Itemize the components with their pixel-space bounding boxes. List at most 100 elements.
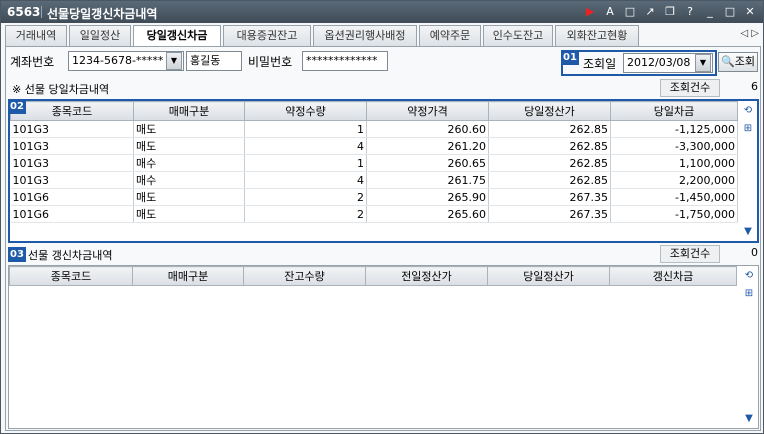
column-header[interactable]: 갱신차금 (609, 266, 737, 286)
table-cell: 매수 (133, 171, 245, 189)
table-cell: 260.60 (366, 120, 489, 138)
window-title: 선물당일갱신차금내역 (47, 7, 158, 21)
table-cell: 267.35 (488, 188, 611, 206)
account-dropdown-icon[interactable]: ▼ (166, 52, 182, 70)
maximize-icon[interactable]: □ (721, 4, 739, 20)
expand-icon[interactable]: ⊞ (742, 287, 756, 301)
record-icon[interactable]: ▶ (581, 4, 599, 20)
table-cell: -1,125,000 (610, 120, 738, 138)
popout-icon[interactable]: ↗ (641, 4, 659, 20)
scroll-down-icon[interactable]: ▼ (741, 225, 755, 239)
table-cell: 2,200,000 (610, 171, 738, 189)
table-row[interactable]: 101G3 매수 1 260.65 262.85 1,100,000 (10, 154, 738, 172)
tab-content: 계좌번호 1234-5678-***** ▼ 홍길동 비밀번호 ********… (5, 46, 761, 431)
table-cell: 2 (244, 188, 367, 206)
font-icon[interactable]: A (601, 4, 619, 20)
section2-table: 종목코드 매매구분 잔고수량 전일정산가 당일정산가 갱신차금 (9, 266, 737, 286)
table-row[interactable]: 101G3 매수 4 261.75 262.85 2,200,000 (10, 171, 738, 189)
window-icon[interactable]: □ (621, 4, 639, 20)
table-cell: 매도 (133, 137, 245, 155)
badge-02: 02 (8, 99, 26, 114)
table-row[interactable]: 101G3 매도 1 260.60 262.85 -1,125,000 (10, 120, 738, 138)
password-field[interactable]: ************* (302, 51, 388, 71)
date-dropdown-icon[interactable]: ▼ (695, 54, 711, 72)
table-cell: 101G3 (10, 137, 134, 155)
column-header[interactable]: 약정가격 (366, 101, 489, 121)
table-row[interactable]: 101G6 매도 2 265.90 267.35 -1,450,000 (10, 188, 738, 206)
column-header[interactable]: 당일정산가 (487, 266, 610, 286)
column-header[interactable]: 전일정산가 (365, 266, 488, 286)
section1-grid: 02 종목코드 매매구분 약정수량 약정가격 당일정산가 당일차금 101G3 매도 1 260… (8, 99, 759, 243)
table-cell: 262.85 (488, 154, 611, 172)
table-row[interactable]: 101G6 매도 2 265.60 267.35 -1,750,000 (10, 205, 738, 223)
tab-1[interactable]: 일일정산 (69, 25, 131, 46)
table-cell: 262.85 (488, 120, 611, 138)
table-cell: 265.90 (366, 188, 489, 206)
column-header[interactable]: 종목코드 (10, 101, 134, 121)
search-button-label: 조회 (734, 55, 755, 68)
close-icon[interactable]: ✕ (741, 4, 759, 20)
table-cell: 2 (244, 205, 367, 223)
tab-bar: ◁ ▷ 거래내역 일일정산 당일갱신차금 대용증권잔고 옵션권리행사배정 예약주문 인수도잔… (5, 25, 759, 47)
table-row[interactable]: 101G3 매도 4 261.20 262.85 -3,300,000 (10, 137, 738, 155)
tab-3[interactable]: 대용증권잔고 (223, 25, 311, 46)
table-cell: 262.85 (488, 137, 611, 155)
table-cell: 261.75 (366, 171, 489, 189)
restore-icon[interactable]: ❐ (661, 4, 679, 20)
table-cell: 1 (244, 120, 367, 138)
table-cell: 101G3 (10, 120, 134, 138)
table-cell: 260.65 (366, 154, 489, 172)
tab-6[interactable]: 인수도잔고 (483, 25, 553, 46)
tab-4[interactable]: 옵션권리행사배정 (313, 25, 417, 46)
section2-count-label: 조회건수 (660, 245, 720, 263)
table-cell: 101G6 (10, 188, 134, 206)
scroll-down-icon[interactable]: ▼ (742, 412, 756, 426)
tab-7[interactable]: 외화잔고현황 (555, 25, 639, 46)
search-button[interactable]: 🔍조회 (718, 52, 758, 72)
tab-5[interactable]: 예약주문 (419, 25, 481, 46)
table-cell: 1,100,000 (610, 154, 738, 172)
title-bar: 6563 선물당일갱신차금내역 ▶ A □ ↗ ❐? _ □ ✕ (1, 1, 763, 23)
table-cell: -1,750,000 (610, 205, 738, 223)
column-header[interactable]: 당일차금 (610, 101, 738, 121)
table-cell: 265.60 (366, 205, 489, 223)
table-cell: 4 (244, 137, 367, 155)
table-cell: 매도 (133, 205, 245, 223)
table-cell: 4 (244, 171, 367, 189)
column-header[interactable]: 잔고수량 (243, 266, 366, 286)
table-cell: 매수 (133, 154, 245, 172)
account-label: 계좌번호 (10, 55, 55, 69)
table-cell: 262.85 (488, 171, 611, 189)
table-cell: 261.20 (366, 137, 489, 155)
column-header[interactable]: 당일정산가 (488, 101, 611, 121)
table-cell: -3,300,000 (610, 137, 738, 155)
table-cell: -1,450,000 (610, 188, 738, 206)
app-window: 6563 선물당일갱신차금내역 ▶ A □ ↗ ❐? _ □ ✕ ◁ ▷ 거래내역 일일정산 당일… (0, 0, 764, 434)
help-icon[interactable]: ? (681, 4, 699, 20)
table-cell: 매도 (133, 120, 245, 138)
refresh-icon[interactable]: ⟲ (741, 104, 755, 118)
table-cell: 1 (244, 154, 367, 172)
tab-2[interactable]: 당일갱신차금 (133, 25, 221, 47)
column-header[interactable]: 매매구분 (133, 101, 245, 121)
title-bar-icons: ▶ A □ ↗ ❐? _ □ ✕ (581, 4, 759, 20)
title-separator (41, 6, 42, 18)
column-header[interactable]: 약정수량 (244, 101, 367, 121)
tab-0[interactable]: 거래내역 (5, 25, 67, 46)
account-holder-name: 홍길동 (186, 51, 242, 71)
column-header[interactable]: 종목코드 (9, 266, 133, 286)
refresh-icon[interactable]: ⟲ (742, 269, 756, 283)
expand-icon[interactable]: ⊞ (741, 122, 755, 136)
password-label: 비밀번호 (248, 55, 293, 69)
date-label: 조회일 (583, 57, 617, 71)
date-query-group: 01 조회일 2012/03/08 ▼ (561, 50, 717, 76)
badge-03: 03 (8, 247, 26, 262)
column-header[interactable]: 매매구분 (132, 266, 244, 286)
tab-scroll-arrows[interactable]: ◁ ▷ (740, 28, 759, 39)
section1-count-label: 조회건수 (660, 79, 720, 97)
section1-count-value: 6 (751, 80, 758, 93)
minimize-icon[interactable]: _ (701, 4, 719, 20)
section2-count-value: 0 (751, 246, 758, 259)
section2-title: 선물 갱신차금내역 (28, 249, 113, 262)
table-cell: 매도 (133, 188, 245, 206)
